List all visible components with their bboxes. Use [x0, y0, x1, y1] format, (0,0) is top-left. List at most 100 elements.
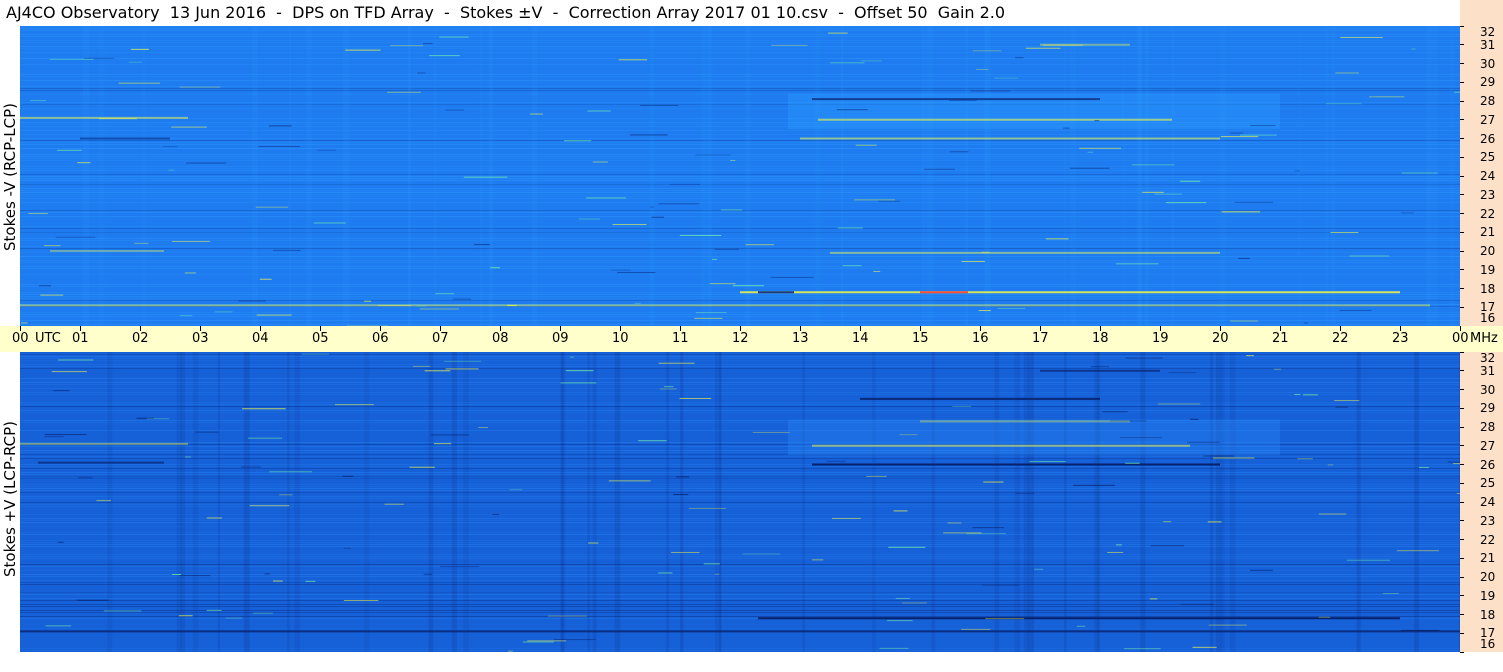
time-tick-label: 23 — [1392, 331, 1409, 346]
freq-tick-label: 31 — [1480, 363, 1496, 378]
speckle — [422, 43, 433, 45]
speckle — [1340, 37, 1383, 39]
emission-streak — [20, 630, 1460, 633]
column-variation — [1064, 352, 1067, 652]
column-variation — [288, 26, 292, 326]
speckle — [1076, 625, 1086, 627]
speckle — [179, 86, 221, 88]
speckle — [44, 436, 64, 438]
speckle — [1073, 484, 1115, 486]
speckle — [831, 517, 861, 519]
noise-band — [20, 160, 1460, 161]
noise-band — [20, 144, 1460, 145]
column-variation — [1356, 352, 1361, 652]
column-variation — [1330, 26, 1336, 326]
freq-tick — [1460, 557, 1464, 559]
noise-band — [20, 520, 1460, 521]
noise-band — [20, 360, 1460, 361]
speckle — [1447, 461, 1460, 463]
speckle — [658, 362, 695, 364]
speckle — [58, 359, 94, 361]
column-variation — [680, 352, 684, 652]
noise-band — [20, 354, 1460, 355]
noise-band — [20, 184, 1460, 185]
noise-band — [20, 406, 1460, 407]
time-tick-label: 12 — [732, 331, 749, 346]
speckle — [529, 113, 544, 115]
freq-tick — [1460, 44, 1464, 46]
noise-band — [20, 228, 1460, 229]
speckle — [452, 298, 472, 300]
noise-band — [20, 312, 1460, 313]
speckle — [77, 162, 91, 164]
noise-band — [20, 298, 1460, 299]
noise-band — [20, 392, 1460, 393]
speckle — [836, 109, 868, 111]
speckle — [1250, 125, 1276, 127]
speckle — [679, 397, 712, 399]
noise-band — [20, 80, 1460, 81]
noise-band — [20, 464, 1460, 465]
column-variation — [1070, 26, 1077, 326]
speckle — [714, 573, 720, 575]
emission-streak — [740, 291, 1400, 294]
noise-band — [20, 88, 1460, 89]
column-variation — [1096, 352, 1101, 652]
noise-band — [20, 592, 1460, 593]
speckle — [240, 466, 261, 468]
speckle — [1334, 400, 1360, 402]
speckle — [1453, 463, 1460, 465]
speckle — [390, 45, 424, 47]
speckle — [972, 50, 1002, 52]
speckle — [172, 240, 210, 242]
speckle — [20, 322, 28, 324]
speckle — [949, 99, 977, 101]
freq-tick-label: 27 — [1480, 438, 1496, 453]
speckle — [1335, 406, 1348, 408]
speckle — [970, 90, 1011, 92]
freq-tick-label: 25 — [1480, 476, 1496, 491]
freq-tick — [1460, 175, 1464, 177]
speckle — [1192, 646, 1217, 648]
speckle — [994, 77, 1019, 79]
freq-tick — [1460, 539, 1464, 540]
speckle — [638, 440, 667, 442]
noise-band — [20, 26, 1460, 27]
freq-tick — [1460, 595, 1464, 597]
speckle — [206, 517, 222, 519]
noise-band — [20, 198, 1460, 199]
speckle — [563, 140, 592, 142]
noise-band — [20, 232, 1460, 233]
speckle — [440, 566, 480, 568]
column-variation — [1138, 26, 1143, 326]
speckle — [714, 248, 739, 250]
noise-band — [20, 40, 1460, 41]
speckle — [1045, 238, 1069, 240]
speckle — [343, 547, 351, 549]
speckle — [578, 218, 600, 220]
column-variation — [926, 26, 933, 326]
speckle — [703, 563, 720, 565]
noise-band — [20, 532, 1460, 533]
column-variation — [479, 26, 483, 326]
speckle — [238, 300, 266, 302]
freq-tick — [1460, 520, 1464, 522]
speckle — [1025, 47, 1061, 49]
speckle — [431, 434, 469, 436]
column-variation — [745, 26, 751, 326]
freq-tick — [1460, 351, 1464, 353]
column-variation — [1014, 352, 1020, 652]
speckle — [952, 405, 972, 407]
speckle — [651, 216, 664, 218]
freq-tick-label: 18 — [1480, 281, 1496, 296]
top-spectrogram — [20, 26, 1460, 326]
freq-tick — [1460, 501, 1464, 503]
noise-band — [20, 154, 1460, 155]
column-variation — [142, 26, 146, 326]
noise-band — [20, 616, 1460, 617]
speckle — [1208, 624, 1247, 626]
freq-tick — [1460, 426, 1464, 428]
speckle — [695, 154, 731, 156]
column-variation — [192, 352, 199, 652]
noise-band — [20, 490, 1460, 491]
